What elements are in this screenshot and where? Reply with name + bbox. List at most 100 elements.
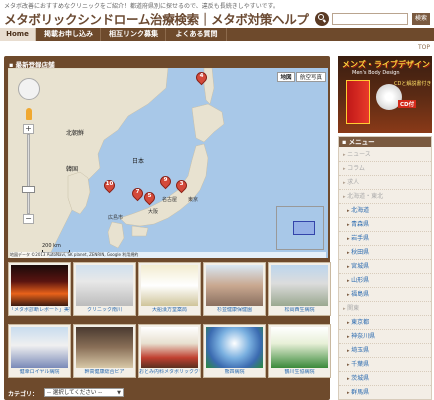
map[interactable]: 地図 航空写真 + − 北朝鮮 韓国 日本 東京 大阪 名古屋 広島市 4 10…: [8, 68, 328, 258]
map-label-korea: 韓国: [66, 166, 79, 173]
shop-image[interactable]: [11, 327, 68, 368]
shop-thumbnail[interactable]: 「メタボ診断レポート」美容ヘルス院: [8, 262, 71, 316]
shop-caption[interactable]: 杉並健康保健園: [204, 307, 265, 314]
shop-image[interactable]: [76, 327, 133, 368]
category-select[interactable]: -- 選択してください -- ▼: [44, 388, 124, 397]
shop-caption[interactable]: 健幸ロイヤル病院: [9, 369, 70, 376]
sidebar-menu-item[interactable]: 求人: [339, 176, 431, 190]
main-nav: Home 掲載お申し込み 相互リンク募集 よくある質問: [0, 28, 434, 41]
category-row: カテゴリ： -- 選択してください -- ▼: [8, 388, 326, 398]
site-title[interactable]: メタボリックシンドローム治療検索｜メタボ対策ヘルプ: [4, 9, 309, 28]
banner-badge: CD付: [398, 100, 417, 108]
sidebar-menu-item[interactable]: 北海道・東北: [339, 190, 431, 204]
map-marker[interactable]: 5: [141, 189, 158, 206]
shop-thumbnail[interactable]: 熊四病院: [203, 324, 266, 378]
shop-caption[interactable]: おとみ内科メタボリッククリニック: [139, 369, 200, 376]
ad-banner[interactable]: メンズ・ライブデザイン Men's Body Design CDと解説書付き C…: [338, 56, 432, 133]
shop-thumbnail[interactable]: クリニック南川: [73, 262, 136, 316]
nav-apply[interactable]: 掲載お申し込み: [37, 28, 101, 41]
shop-thumbnail[interactable]: 松岡西生病院: [268, 262, 331, 316]
sidebar-menu-item[interactable]: 北海道: [339, 204, 431, 218]
zoom-slider-thumb[interactable]: [22, 186, 35, 193]
search-button[interactable]: 検索: [412, 13, 430, 25]
sidebar-menu-item[interactable]: 東京都: [339, 316, 431, 330]
menu-header-text: メニュー: [348, 138, 375, 146]
shop-caption[interactable]: 「メタボ診断レポート」美容ヘルス院: [9, 307, 70, 314]
shop-caption[interactable]: 幹高健康総合ビア: [74, 369, 135, 376]
overview-map[interactable]: [276, 206, 324, 250]
menu-header: ▪ メニュー: [339, 137, 431, 147]
zoom-slider-track[interactable]: [27, 134, 30, 214]
nav-home[interactable]: Home: [0, 28, 36, 41]
shop-caption[interactable]: 熊四病院: [204, 369, 265, 376]
map-label-osaka: 大阪: [148, 209, 159, 215]
map-marker[interactable]: 3: [173, 177, 190, 194]
shop-thumbnail[interactable]: 大船漢方堂薬局: [138, 262, 201, 316]
map-marker[interactable]: 10: [101, 177, 118, 194]
zoom-in-button[interactable]: +: [23, 124, 34, 134]
map-attribution[interactable]: 地図データ ©2013 AutoNavi, SK planet, ZENRIN,…: [10, 252, 326, 258]
sidebar-menu-item[interactable]: 宮城県: [339, 260, 431, 274]
sidebar-menu-item[interactable]: 神奈川県: [339, 330, 431, 344]
sidebar-menu-item[interactable]: 福島県: [339, 288, 431, 302]
marker-number: 4: [199, 73, 204, 79]
marker-number: 7: [135, 189, 140, 195]
marker-number: 10: [105, 181, 114, 187]
sidebar-menu-item[interactable]: 埼玉県: [339, 344, 431, 358]
map-marker[interactable]: 7: [129, 185, 146, 202]
marker-number: 3: [179, 181, 184, 187]
search-input[interactable]: [332, 13, 408, 25]
shop-image[interactable]: [141, 265, 198, 306]
shop-image[interactable]: [206, 327, 263, 368]
shop-thumbnail[interactable]: おとみ内科メタボリッククリニック: [138, 324, 201, 378]
sidebar-menu-item[interactable]: 秋田県: [339, 246, 431, 260]
map-label-japan: 日本: [132, 158, 145, 165]
shop-image[interactable]: [206, 265, 263, 306]
banner-title: メンズ・ライブデザイン: [342, 60, 430, 69]
map-scale: 200 km: [42, 243, 61, 249]
shop-thumbnail[interactable]: 幹高健康総合ビア: [73, 324, 136, 378]
pan-control[interactable]: [18, 78, 40, 100]
sidebar-menu-item[interactable]: 岩手県: [339, 232, 431, 246]
sidebar-menu-item[interactable]: 青森県: [339, 218, 431, 232]
map-label-tokyo: 東京: [188, 197, 199, 203]
shop-image[interactable]: [271, 327, 328, 368]
shop-caption[interactable]: 鶴川生協病院: [269, 369, 330, 376]
chevron-down-icon: ▼: [117, 390, 121, 396]
category-label: カテゴリ：: [8, 391, 39, 398]
search-box: 検索: [315, 12, 430, 26]
banner-cd-label: CDと解説書付き: [394, 81, 432, 87]
shop-image[interactable]: [141, 327, 198, 368]
nav-faq[interactable]: よくある質問: [167, 28, 227, 41]
zoom-out-button[interactable]: −: [23, 214, 34, 224]
shop-thumbnail[interactable]: 杉並健康保健園: [203, 262, 266, 316]
map-marker[interactable]: 4: [193, 69, 210, 86]
shop-image[interactable]: [271, 265, 328, 306]
overview-viewport[interactable]: [293, 221, 315, 235]
street-view-icon[interactable]: [26, 108, 32, 120]
sidebar-menu-item[interactable]: ニュース: [339, 148, 431, 162]
nav-link-exchange[interactable]: 相互リンク募集: [102, 28, 166, 41]
sidebar-menu-item[interactable]: コラム: [339, 162, 431, 176]
shop-thumbnail[interactable]: 健幸ロイヤル病院: [8, 324, 71, 378]
marker-number: 5: [147, 193, 152, 199]
shop-caption[interactable]: 大船漢方堂薬局: [139, 307, 200, 314]
shop-thumbnail[interactable]: 鶴川生協病院: [268, 324, 331, 378]
product-box-image: [346, 80, 370, 124]
top-link[interactable]: TOP: [418, 44, 430, 51]
category-selected-value: -- 選択してください --: [47, 390, 103, 396]
map-marker[interactable]: 9: [157, 173, 174, 190]
shop-image[interactable]: [11, 265, 68, 306]
sidebar-menu-item[interactable]: 山形県: [339, 274, 431, 288]
map-type-button[interactable]: 地図: [277, 72, 295, 82]
shop-image[interactable]: [76, 265, 133, 306]
satellite-type-button[interactable]: 航空写真: [296, 72, 326, 82]
shop-caption[interactable]: クリニック南川: [74, 307, 135, 314]
sidebar-menu-item[interactable]: 関東: [339, 302, 431, 316]
shop-caption[interactable]: 松岡西生病院: [269, 307, 330, 314]
sidebar-menu-item[interactable]: 群馬県: [339, 386, 431, 400]
map-label-nagoya: 名古屋: [162, 197, 178, 203]
search-icon: [315, 12, 329, 26]
sidebar-menu-item[interactable]: 千葉県: [339, 358, 431, 372]
sidebar-menu-item[interactable]: 茨城県: [339, 372, 431, 386]
